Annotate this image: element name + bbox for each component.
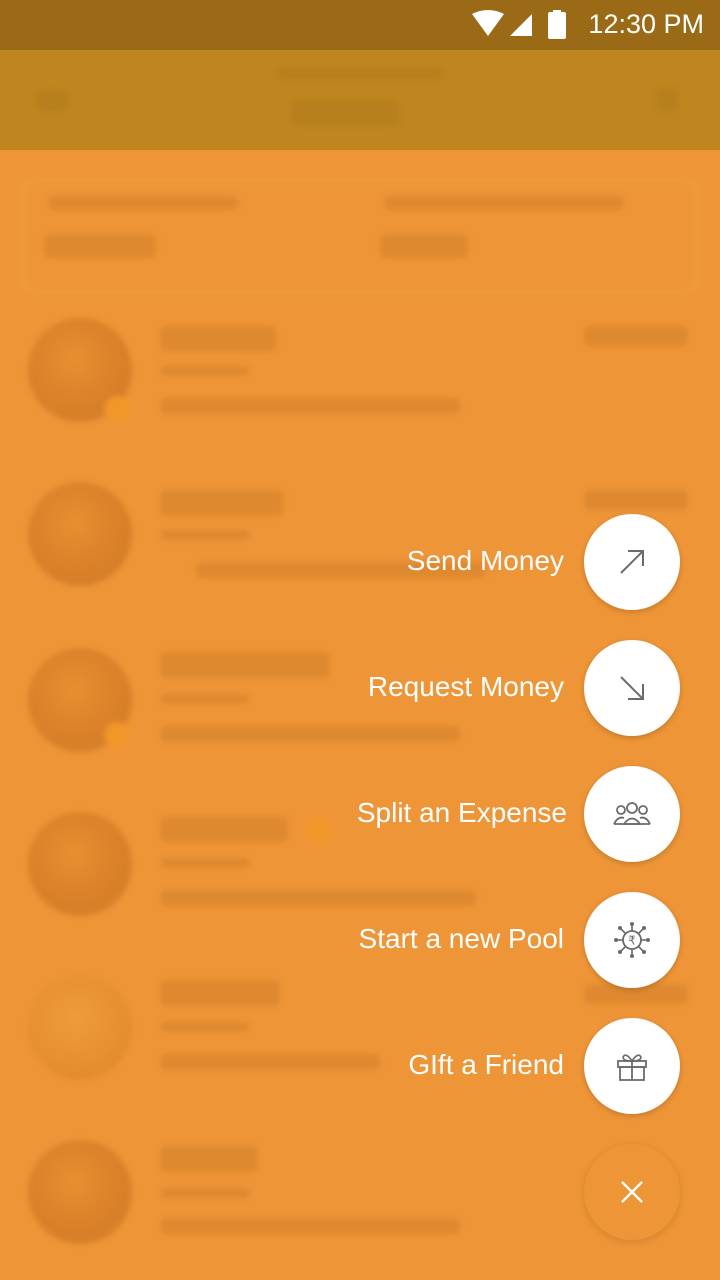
balance-left-value bbox=[44, 234, 156, 258]
arrow-down-right-icon bbox=[620, 676, 644, 700]
contact-message bbox=[160, 398, 460, 414]
split-expense-label[interactable]: Split an Expense bbox=[357, 797, 567, 829]
request-money-label[interactable]: Request Money bbox=[368, 671, 564, 703]
gift-friend-button[interactable] bbox=[584, 1018, 680, 1114]
avatar bbox=[28, 812, 132, 916]
group-icon bbox=[613, 802, 651, 825]
contact-message bbox=[160, 1218, 460, 1234]
balance-left-label bbox=[48, 196, 238, 210]
contact-name bbox=[160, 980, 280, 1006]
contact-meta bbox=[160, 530, 250, 540]
rupee-pool-icon: ₹ bbox=[614, 922, 650, 958]
contact-amount bbox=[584, 326, 688, 346]
start-pool-label[interactable]: Start a new Pool bbox=[359, 923, 564, 955]
contact-amount bbox=[584, 490, 688, 510]
avatar bbox=[28, 1140, 132, 1244]
contact-name bbox=[160, 816, 288, 842]
request-money-button[interactable] bbox=[584, 640, 680, 736]
close-icon bbox=[621, 1181, 643, 1203]
avatar bbox=[28, 482, 132, 586]
contact-meta bbox=[160, 1022, 250, 1032]
contact-meta bbox=[160, 366, 250, 376]
contact-name bbox=[160, 652, 330, 678]
svg-text:₹: ₹ bbox=[628, 934, 636, 948]
status-dot bbox=[306, 818, 332, 844]
balance-right-label bbox=[384, 196, 624, 210]
gift-friend-label[interactable]: GIft a Friend bbox=[408, 1049, 564, 1081]
split-expense-button[interactable] bbox=[584, 766, 680, 862]
send-money-label[interactable]: Send Money bbox=[407, 545, 564, 577]
contact-message bbox=[160, 1054, 380, 1070]
close-speed-dial-button[interactable] bbox=[584, 1144, 680, 1240]
start-pool-button[interactable]: ₹ bbox=[584, 892, 680, 988]
status-dot bbox=[104, 396, 130, 422]
avatar bbox=[28, 976, 132, 1080]
send-money-button[interactable] bbox=[584, 514, 680, 610]
contact-name bbox=[160, 1146, 258, 1172]
arrow-up-right-icon bbox=[620, 550, 644, 574]
gift-icon bbox=[617, 1054, 647, 1081]
contact-meta bbox=[160, 1188, 250, 1198]
contact-name bbox=[160, 490, 284, 516]
status-dot bbox=[104, 722, 130, 748]
contact-message bbox=[160, 726, 460, 742]
contact-meta bbox=[160, 694, 250, 704]
contact-name bbox=[160, 326, 276, 352]
contact-message bbox=[160, 890, 476, 906]
contact-meta bbox=[160, 858, 250, 868]
balance-right-value bbox=[380, 234, 468, 258]
